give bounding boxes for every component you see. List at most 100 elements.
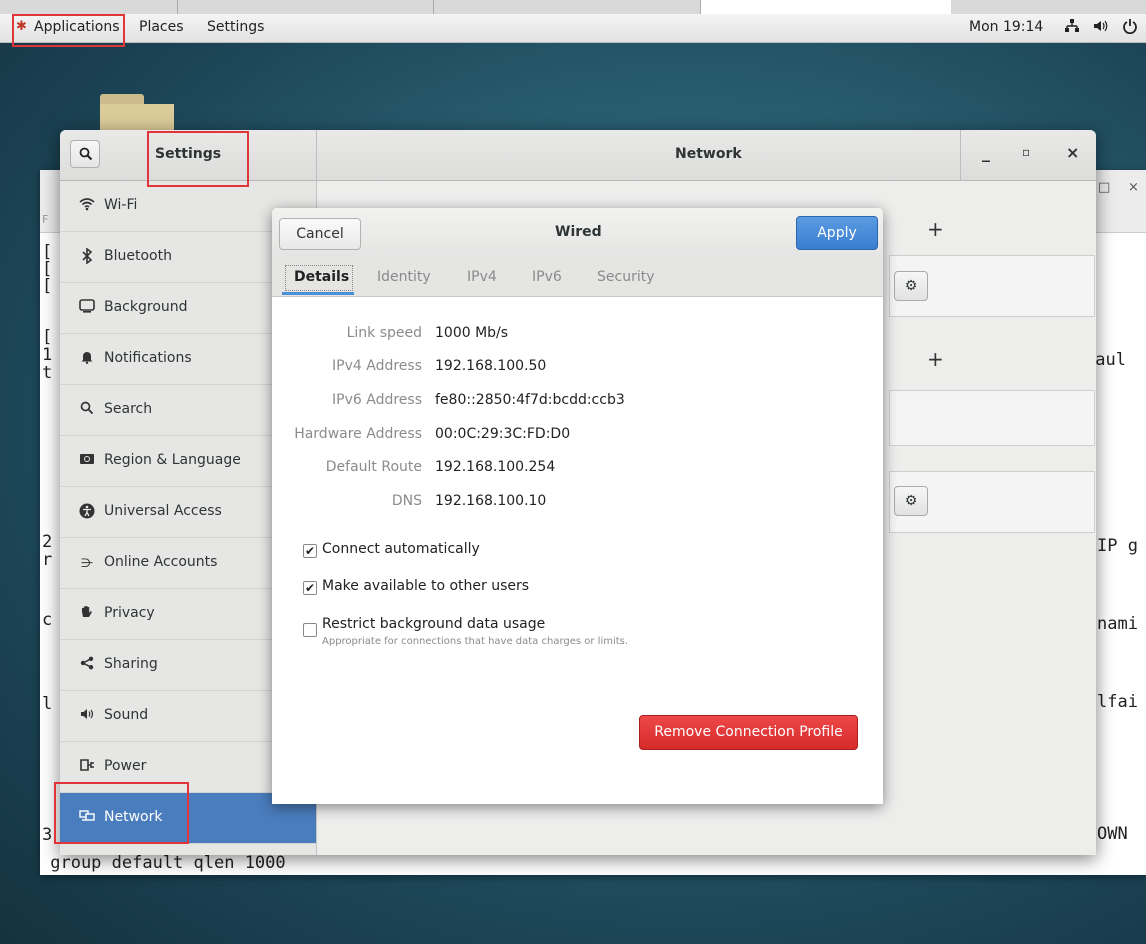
link-speed-value: 1000 Mb/s [435, 325, 509, 341]
connect-automatically-label[interactable]: Connect automatically [322, 541, 480, 557]
tab-ipv4[interactable]: IPv4 [467, 269, 497, 285]
dialog-title: Wired [555, 224, 602, 240]
maximize-button[interactable]: ▫ [1022, 145, 1030, 159]
wifi-icon [78, 197, 96, 215]
sidebar-item-label: Online Accounts [104, 554, 218, 570]
close-button[interactable]: × [1066, 143, 1079, 162]
minimize-button[interactable]: _ [982, 143, 990, 162]
restrict-background-description: Appropriate for connections that have da… [322, 636, 629, 647]
ipv6-address-value: fe80::2850:4f7d:bcdd:ccb3 [435, 392, 625, 408]
dialog-tabs: Details Identity IPv4 IPv6 Security [272, 258, 883, 297]
apply-button[interactable]: Apply [796, 216, 878, 250]
network-icon [78, 809, 96, 827]
desktop-folder-icon[interactable] [100, 94, 174, 134]
sidebar-item-label: Privacy [104, 605, 155, 621]
ipv4-address-label: IPv4 Address [332, 358, 422, 374]
applications-icon: ✱ [16, 19, 27, 34]
hand-icon [78, 605, 96, 623]
terminal-line: t [42, 363, 53, 383]
wired-settings-button[interactable]: ⚙ [894, 271, 928, 301]
clock[interactable]: Mon 19:14 [969, 19, 1043, 35]
sidebar-item-label: Universal Access [104, 503, 222, 519]
terminal-line: lfai [1097, 692, 1138, 712]
bluetooth-icon [78, 247, 96, 266]
gear-icon: ⚙ [904, 278, 918, 294]
speaker-icon [78, 707, 96, 725]
hardware-address-value: 00:0C:29:3C:FD:D0 [435, 426, 571, 442]
top-bar: ✱ Applications Places Settings Mon 19:14 [0, 14, 1146, 43]
region-icon [78, 452, 96, 470]
gear-icon: ⚙ [904, 493, 918, 509]
places-menu[interactable]: Places [139, 19, 184, 35]
terminal-maximize-button[interactable]: □ [1098, 180, 1110, 195]
restrict-background-label[interactable]: Restrict background data usage [322, 616, 545, 632]
dns-value: 192.168.100.10 [435, 493, 547, 509]
accessibility-icon [78, 503, 96, 521]
dialog-header: Cancel Wired Apply [272, 208, 883, 258]
default-route-value: 192.168.100.254 [435, 459, 556, 475]
search-icon [79, 147, 93, 161]
sidebar-item-label: Notifications [104, 350, 192, 366]
sidebar-item-label: Background [104, 299, 188, 315]
terminal-line: r [42, 550, 53, 570]
sidebar-item-label: Power [104, 758, 147, 774]
volume-icon[interactable] [1092, 18, 1108, 38]
settings-header-bar: Settings Network _ ▫ × [60, 130, 1096, 181]
wired-dialog: Cancel Wired Apply Details Identity IPv4… [272, 208, 883, 804]
terminal-line: 3 [42, 825, 53, 845]
sidebar-item-label: Sharing [104, 656, 158, 672]
default-route-label: Default Route [325, 459, 422, 475]
online-accounts-icon: ⋺ [81, 556, 93, 570]
panel-title: Network [675, 146, 742, 162]
share-icon [78, 656, 96, 674]
sidebar-item-label: Search [104, 401, 153, 417]
network-wired-icon[interactable] [1064, 18, 1080, 38]
tab-active-indicator [282, 292, 354, 295]
terminal-line: OWN [1097, 824, 1128, 844]
terminal-line: 2 [42, 532, 53, 552]
sidebar-item-label: Bluetooth [104, 248, 172, 264]
terminal-line: c [42, 610, 53, 630]
terminal-tab-label: F [42, 213, 49, 226]
sidebar-item-label: Sound [104, 707, 149, 723]
restrict-background-checkbox[interactable] [303, 623, 317, 637]
sidebar-item-label: Network [104, 809, 163, 825]
tab-security[interactable]: Security [597, 269, 655, 285]
tab-identity[interactable]: Identity [377, 269, 431, 285]
available-to-users-checkbox[interactable]: ✔ [303, 581, 317, 595]
search-button[interactable] [70, 140, 100, 168]
proxy-settings-button[interactable]: ⚙ [894, 486, 928, 516]
dns-label: DNS [391, 493, 422, 509]
terminal-line: IP g [1097, 536, 1138, 556]
sidebar-item-label: Wi-Fi [104, 197, 138, 213]
terminal-line: 1 [42, 345, 53, 365]
tab-focus-outline [285, 265, 353, 291]
settings-menu[interactable]: Settings [207, 19, 264, 35]
ipv4-address-value: 192.168.100.50 [435, 358, 547, 374]
remove-connection-profile-button[interactable]: Remove Connection Profile [639, 715, 858, 750]
terminal-line: [ [42, 327, 53, 347]
connect-automatically-checkbox[interactable]: ✔ [303, 544, 317, 558]
task-button[interactable] [177, 0, 428, 14]
settings-title: Settings [155, 146, 222, 162]
hardware-address-label: Hardware Address [294, 426, 422, 442]
vpn-card [889, 390, 1095, 446]
power-icon[interactable] [1122, 18, 1138, 38]
tab-ipv6[interactable]: IPv6 [532, 269, 562, 285]
power-plug-icon [78, 758, 96, 776]
terminal-line: group default qlen 1000 [40, 853, 286, 873]
add-connection-button[interactable]: + [927, 217, 944, 241]
applications-menu[interactable]: Applications [34, 19, 120, 35]
sidebar-item-label: Region & Language [104, 452, 241, 468]
terminal-line: nami [1097, 614, 1138, 634]
link-speed-label: Link speed [346, 325, 422, 341]
background-icon [78, 299, 96, 317]
terminal-close-button[interactable]: × [1128, 180, 1139, 195]
add-vpn-button[interactable]: + [927, 347, 944, 371]
terminal-line: [ [42, 276, 53, 296]
task-button[interactable] [433, 0, 694, 14]
taskbar-strip [0, 0, 1146, 14]
available-to-users-label[interactable]: Make available to other users [322, 578, 529, 594]
cancel-button[interactable]: Cancel [279, 218, 361, 250]
task-button-active[interactable] [700, 0, 951, 14]
